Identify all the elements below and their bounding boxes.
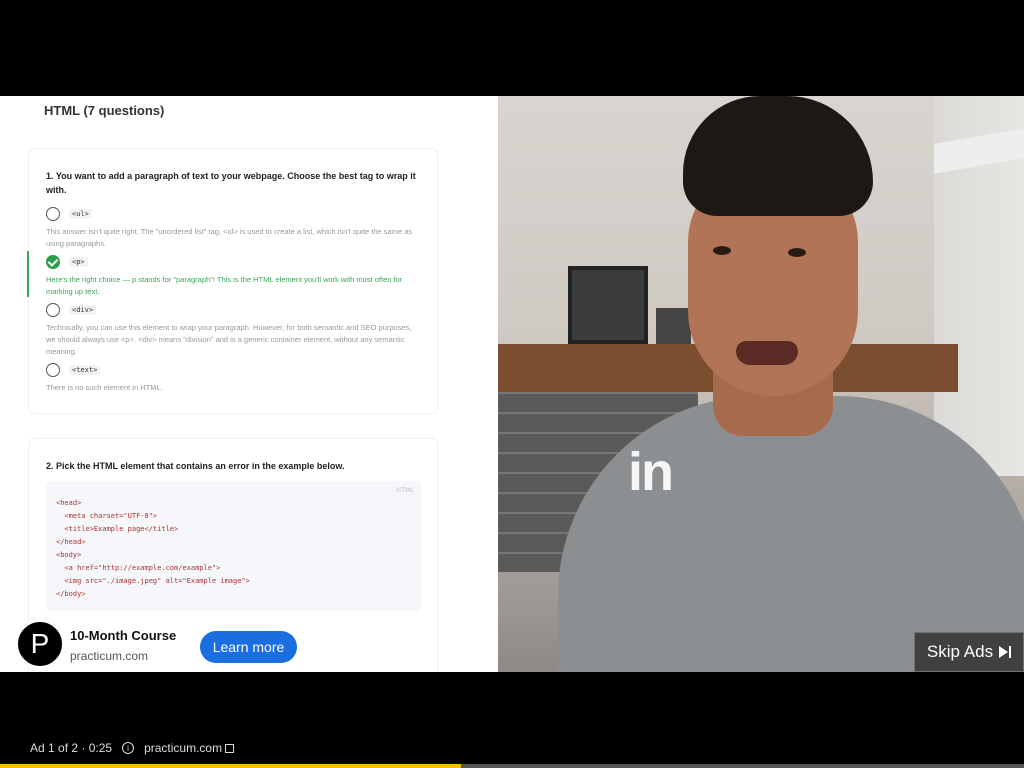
code-line: </head> bbox=[56, 538, 86, 546]
video-player[interactable]: HTML (7 questions) 1. You want to add a … bbox=[0, 96, 1024, 672]
background-picture-frame-small bbox=[656, 308, 691, 346]
option-explanation: Here's the right choice — p stands for "… bbox=[46, 275, 403, 296]
ad-info-bar: Ad 1 of 2 · 0:25 i practicum.com bbox=[0, 734, 1024, 762]
code-line: <meta charset="UTF-8"> bbox=[56, 512, 158, 520]
code-language-label: HTML bbox=[396, 487, 414, 494]
option-explanation: This answer isn't quite right. The "unor… bbox=[46, 227, 413, 248]
skip-ads-button[interactable]: Skip Ads bbox=[914, 632, 1024, 672]
presenter-eye bbox=[713, 246, 731, 255]
code-line: <head> bbox=[56, 499, 82, 507]
quiz-panel: HTML (7 questions) 1. You want to add a … bbox=[0, 96, 498, 672]
radio-button[interactable] bbox=[46, 207, 60, 221]
option-tag: <ul> bbox=[69, 209, 92, 219]
presenter-eye bbox=[788, 248, 806, 257]
ad-title[interactable]: 10-Month Course bbox=[70, 628, 176, 643]
option-explanation: There is no such element in HTML. bbox=[46, 383, 163, 392]
code-line: </body> bbox=[56, 590, 86, 598]
code-line: <img src="./image.jpeg" alt="Example ima… bbox=[56, 577, 250, 585]
learn-more-button[interactable]: Learn more bbox=[200, 631, 297, 663]
presenter-video: in bbox=[498, 96, 1024, 672]
option-explanation: Technically, you can use this element to… bbox=[46, 323, 412, 356]
question-text: 1. You want to add a paragraph of text t… bbox=[46, 171, 416, 195]
radio-button-checked[interactable] bbox=[46, 255, 60, 269]
option-tag: <div> bbox=[69, 305, 97, 315]
skip-next-icon bbox=[999, 646, 1012, 658]
code-block: HTML <head> <meta charset="UTF-8"> <titl… bbox=[46, 481, 422, 611]
ad-progress-bar[interactable] bbox=[0, 764, 1024, 768]
ad-progress-fill bbox=[0, 764, 461, 768]
advertiser-link[interactable]: practicum.com bbox=[144, 741, 235, 755]
code-line: <a href="http://example.com/example"> bbox=[56, 564, 221, 572]
ad-domain[interactable]: practicum.com bbox=[70, 649, 148, 663]
question-text: 2. Pick the HTML element that contains a… bbox=[46, 461, 345, 471]
ad-counter: Ad 1 of 2 · 0:25 bbox=[30, 741, 113, 755]
linkedin-logo-icon: in bbox=[628, 442, 674, 502]
option-tag: <p> bbox=[69, 257, 88, 267]
background-picture-frame bbox=[568, 266, 648, 344]
radio-button[interactable] bbox=[46, 303, 60, 317]
quiz-title: HTML (7 questions) bbox=[44, 103, 165, 118]
ad-overlay-card[interactable]: P 10-Month Course practicum.com Learn mo… bbox=[0, 610, 310, 672]
presenter-hair bbox=[683, 96, 873, 216]
code-line: <body> bbox=[56, 551, 82, 559]
question-card-1: 1. You want to add a paragraph of text t… bbox=[27, 148, 438, 414]
radio-button[interactable] bbox=[46, 363, 60, 377]
info-icon[interactable]: i bbox=[122, 742, 135, 754]
code-line: <title>Example page</title> bbox=[56, 525, 179, 533]
external-link-icon bbox=[225, 744, 235, 753]
presenter-mouth bbox=[736, 341, 798, 365]
skip-ads-label: Skip Ads bbox=[926, 642, 994, 661]
option-tag: <text> bbox=[69, 365, 101, 375]
advertiser-avatar[interactable]: P bbox=[16, 620, 64, 668]
correct-indicator bbox=[27, 251, 29, 297]
